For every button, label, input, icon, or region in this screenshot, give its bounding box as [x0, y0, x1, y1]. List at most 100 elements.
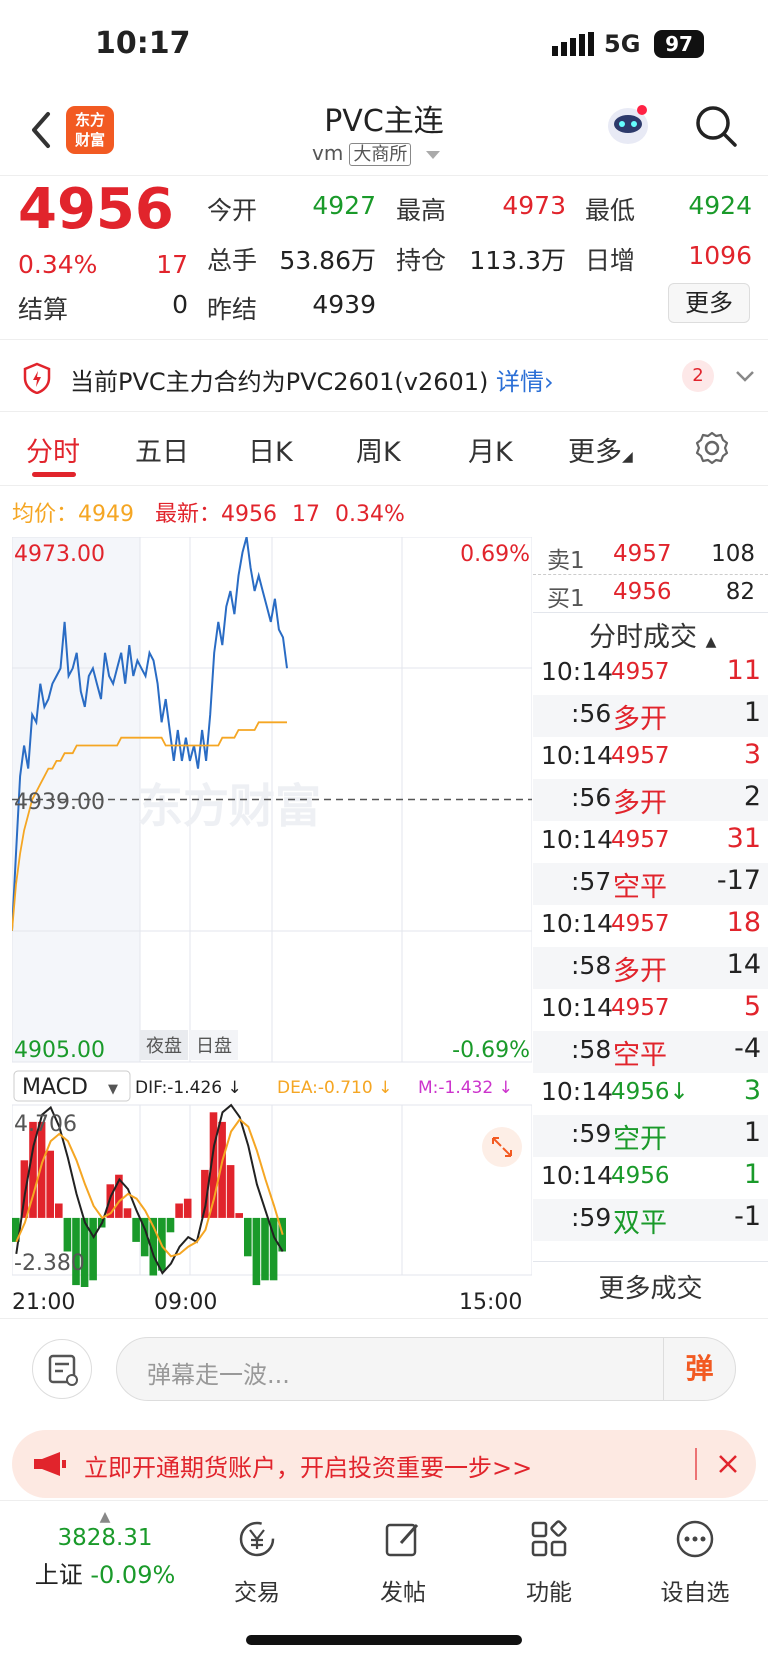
- danmu-toggle-button[interactable]: 弹: [663, 1338, 735, 1400]
- low-label: 最低: [585, 196, 636, 225]
- index-name: 上证: [34, 1561, 83, 1589]
- trade-row: 10:14 4957 11: [533, 653, 768, 695]
- change-pct: 0.34%: [18, 250, 98, 279]
- trade-volume: 1: [743, 1117, 761, 1148]
- intraday-chart[interactable]: 东方财富 4973.00 4939.00 4905.00 0.69% -0.69…: [11, 536, 533, 1067]
- robot-avatar-icon[interactable]: [602, 100, 654, 152]
- comment-list-icon[interactable]: [32, 1339, 92, 1399]
- macd-panel[interactable]: MACD ▼ DIF:-1.426 ↓ DEA:-0.710 ↓ M:-1.43…: [11, 1067, 533, 1315]
- intraday-chart-svg: 东方财富 4973.00 4939.00 4905.00 0.69% -0.69…: [11, 536, 533, 1067]
- change-value: 17: [156, 250, 188, 279]
- price-info-row: 均价：4949 最新：4956 17 0.34%: [12, 496, 405, 528]
- trade-row: 10:14 4957 31: [533, 821, 768, 863]
- trade-volume: 11: [726, 655, 761, 686]
- edit-icon: [385, 1523, 419, 1557]
- macd-hist-bar: [132, 1217, 140, 1242]
- oi-label: 持仓: [396, 246, 447, 275]
- status-time: 10:17: [95, 26, 191, 61]
- chart-tabs: 分时 五日 日K 周K 月K 更多◢: [0, 412, 768, 486]
- trade-time: 10:14: [541, 741, 614, 770]
- trade-time: 10:14: [541, 1161, 614, 1190]
- promo-text: 立即开通期货账户，开启投资重要一步>>: [84, 1454, 533, 1482]
- trade-volume: 14: [726, 949, 761, 980]
- tab-five-day[interactable]: 五日: [135, 430, 189, 469]
- prev-settle-value: 4939: [312, 290, 376, 319]
- x-tick-1500: 15:00: [459, 1290, 523, 1315]
- trades-title[interactable]: 分时成交 ▲: [589, 615, 716, 654]
- macd-hist-bar: [55, 1203, 63, 1218]
- trade-type: 多开: [613, 704, 667, 735]
- macd-hist-bar: [175, 1203, 183, 1218]
- signal-icon: [552, 32, 594, 56]
- trade-time: 10:14: [541, 909, 614, 938]
- bottom-nav: ▲ 3828.31 上证 -0.09% 交易 发帖 功能 设自选: [0, 1500, 768, 1663]
- latest-label: 最新：: [155, 502, 222, 527]
- y-max-label: 4973.00: [14, 542, 105, 567]
- tab-intraday[interactable]: 分时: [26, 430, 80, 469]
- search-icon[interactable]: [692, 102, 740, 150]
- comment-bar: 弹幕走一波... 弹: [0, 1318, 768, 1418]
- megaphone-icon: [34, 1452, 66, 1476]
- trade-volume: -1: [734, 1201, 761, 1232]
- latest-pct: 0.34%: [335, 502, 405, 527]
- contract-subtitle[interactable]: vm 大商所: [312, 140, 440, 166]
- trade-volume: -4: [734, 1033, 761, 1064]
- avg-value: 4949: [78, 502, 135, 527]
- nav-functions[interactable]: 功能: [494, 1517, 604, 1607]
- tab-monthly-k[interactable]: 月K: [468, 430, 513, 469]
- trade-volume: 1: [743, 1159, 761, 1190]
- nav-post[interactable]: 发帖: [348, 1517, 458, 1607]
- macd-hist-bar: [183, 1198, 192, 1218]
- settings-gear-icon[interactable]: [694, 430, 730, 466]
- pct-max-label: 0.69%: [460, 542, 530, 567]
- ask-row: 卖1 4957 108: [533, 537, 768, 575]
- danmu-input[interactable]: 弹幕走一波... 弹: [116, 1337, 736, 1401]
- trade-type: 多开: [613, 956, 667, 987]
- trade-price: 4957: [611, 995, 670, 1021]
- trade-type: 空平: [613, 872, 667, 903]
- nav-watchlist[interactable]: 设自选: [640, 1517, 750, 1607]
- index-ticker[interactable]: ▲ 3828.31 上证 -0.09%: [20, 1509, 190, 1590]
- macd-hist-bar: [89, 1217, 97, 1281]
- chevron-down-icon: [425, 150, 440, 159]
- exchange-tag: 大商所: [349, 143, 412, 166]
- macd-hist-bar: [166, 1217, 175, 1233]
- tab-daily-k[interactable]: 日K: [248, 430, 293, 469]
- promo-banner[interactable]: 立即开通期货账户，开启投资重要一步>>: [12, 1430, 756, 1498]
- daily-inc-label: 日增: [585, 246, 636, 275]
- chevron-down-icon[interactable]: [734, 368, 756, 384]
- open-value: 4927: [312, 191, 376, 220]
- open-label: 今开: [207, 196, 258, 225]
- nav-trade[interactable]: 交易: [202, 1517, 312, 1607]
- trade-second: :58: [571, 951, 612, 980]
- trade-type: 多开: [613, 788, 667, 819]
- quote-panel: 4956 0.34% 17 结算 0 今开 4927 最高 4973 最低 49…: [0, 177, 768, 340]
- close-icon[interactable]: [714, 1450, 742, 1478]
- day-session-label: 日盘: [196, 1036, 232, 1057]
- tab-weekly-k[interactable]: 周K: [356, 430, 401, 469]
- trade-row: :57 空平 -17: [533, 863, 768, 905]
- notice-detail-link[interactable]: 详情: [496, 368, 544, 396]
- macd-m: M:-1.432 ↓: [418, 1078, 513, 1098]
- bid-row: 买1 4956 82: [533, 575, 768, 613]
- trade-volume: 1: [743, 697, 761, 728]
- macd-hist-bar: [63, 1217, 72, 1252]
- trade-row: :58 多开 14: [533, 947, 768, 989]
- contract-notice[interactable]: 当前PVC主力合约为PVC2601(v2601) 详情› 2: [0, 342, 768, 412]
- x-tick-2100: 21:00: [12, 1290, 76, 1315]
- grid-icon: [531, 1520, 567, 1557]
- macd-hist-bar: [226, 1165, 235, 1218]
- trade-second: :58: [571, 1035, 612, 1064]
- macd-hist-bar: [46, 1150, 54, 1218]
- header: 东方 财富 PVC主连 vm 大商所: [0, 88, 768, 176]
- last-price: 4956: [18, 177, 174, 242]
- more-trades-button[interactable]: 更多成交: [533, 1261, 768, 1317]
- watermark: 东方财富: [137, 779, 321, 833]
- trade-volume: 2: [743, 781, 761, 812]
- tab-more[interactable]: 更多◢: [568, 430, 633, 469]
- index-pct: -0.09%: [90, 1561, 176, 1589]
- quote-more-button[interactable]: 更多: [668, 283, 750, 323]
- macd-hist-bar: [123, 1208, 132, 1218]
- trade-time: 10:14: [541, 1077, 614, 1106]
- index-value: 3828.31: [57, 1525, 153, 1551]
